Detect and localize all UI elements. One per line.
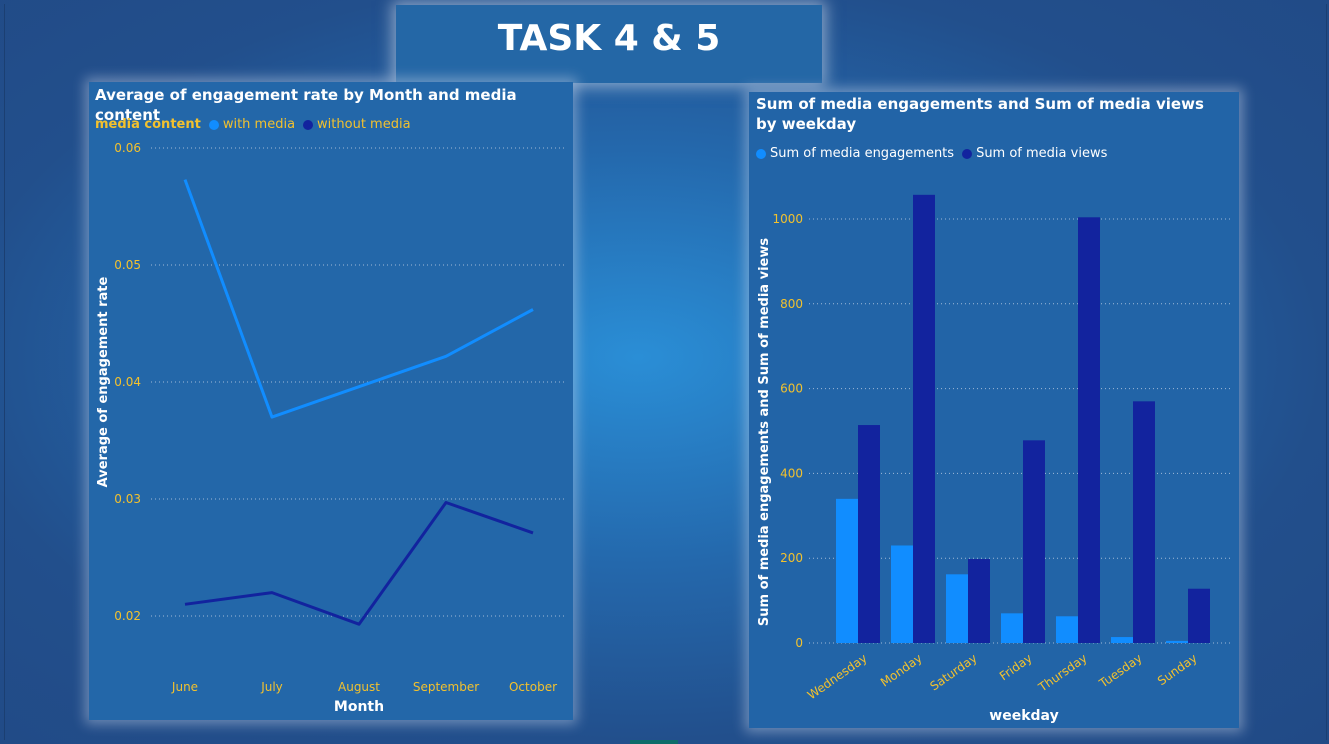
bar-y-tick-label: 0 xyxy=(795,636,803,650)
bar-views xyxy=(1188,588,1210,643)
bar-y-tick-label: 600 xyxy=(780,382,803,396)
page-title-box: TASK 4 & 5 xyxy=(396,5,822,83)
bar-engagements xyxy=(1111,637,1133,643)
bar-engagements xyxy=(836,498,858,643)
line-chart-svg: 0.02 0.03 0.04 0.05 0.06 June July August Septem… xyxy=(96,141,567,715)
line-x-axis-title: Month xyxy=(334,699,384,715)
line-y-axis-title: Average of engagement rate xyxy=(96,276,111,487)
line-x-tick-label: October xyxy=(509,680,557,694)
bar-y-tick-label: 800 xyxy=(780,297,803,311)
bar-x-tick-label: Saturday xyxy=(927,651,979,693)
bar-views xyxy=(968,559,990,643)
line-series-without-media xyxy=(184,501,534,626)
line-y-tick-label: 0.05 xyxy=(114,258,141,272)
bar-views xyxy=(1078,217,1100,643)
bar-engagements xyxy=(1166,640,1188,643)
line-x-tick-label: August xyxy=(338,680,380,694)
bar-engagements xyxy=(891,545,913,643)
bar-views xyxy=(1133,401,1155,643)
line-chart-panel[interactable]: Average of engagement rate by Month and … xyxy=(89,82,573,720)
bar-views xyxy=(913,194,935,643)
line-y-tick-label: 0.06 xyxy=(114,141,141,155)
line-x-tick-label: June xyxy=(171,680,198,694)
bar-x-tick-label: Tuesday xyxy=(1096,651,1145,691)
bar-y-axis-title: Sum of media engagements and Sum of medi… xyxy=(757,238,772,626)
bar-engagements xyxy=(1056,616,1078,643)
bar-y-tick-label: 400 xyxy=(780,466,803,480)
line-y-tick-label: 0.04 xyxy=(114,375,141,389)
bar-x-axis-title: weekday xyxy=(989,708,1058,724)
bar-engagements xyxy=(946,574,968,643)
line-series-with-media xyxy=(183,179,534,419)
page-title: TASK 4 & 5 xyxy=(497,17,721,59)
bar-views xyxy=(858,425,880,643)
bar-x-tick-label: Monday xyxy=(878,651,925,690)
line-y-tick-label: 0.03 xyxy=(114,492,141,506)
bar-engagements xyxy=(1001,613,1023,643)
page-tab-indicator xyxy=(630,740,678,744)
bar-chart-svg: 0 200 400 600 800 1000 Wednesday Monday Saturday… xyxy=(757,194,1231,724)
bar-y-tick-label: 200 xyxy=(780,551,803,565)
bar-x-tick-label: Sunday xyxy=(1155,651,1200,688)
bar-x-tick-label: Friday xyxy=(997,651,1035,683)
line-x-tick-label: July xyxy=(260,680,283,694)
line-y-tick-label: 0.02 xyxy=(114,609,141,623)
line-x-tick-label: September xyxy=(413,680,479,694)
empty-visual-panel xyxy=(583,92,735,392)
bar-x-tick-label: Wednesday xyxy=(805,651,870,702)
bar-chart-panel[interactable]: Sum of media engagements and Sum of medi… xyxy=(749,92,1239,728)
bar-x-tick-label: Thursday xyxy=(1035,651,1090,695)
bar-y-tick-label: 1000 xyxy=(772,212,803,226)
bar-views xyxy=(1023,440,1045,643)
